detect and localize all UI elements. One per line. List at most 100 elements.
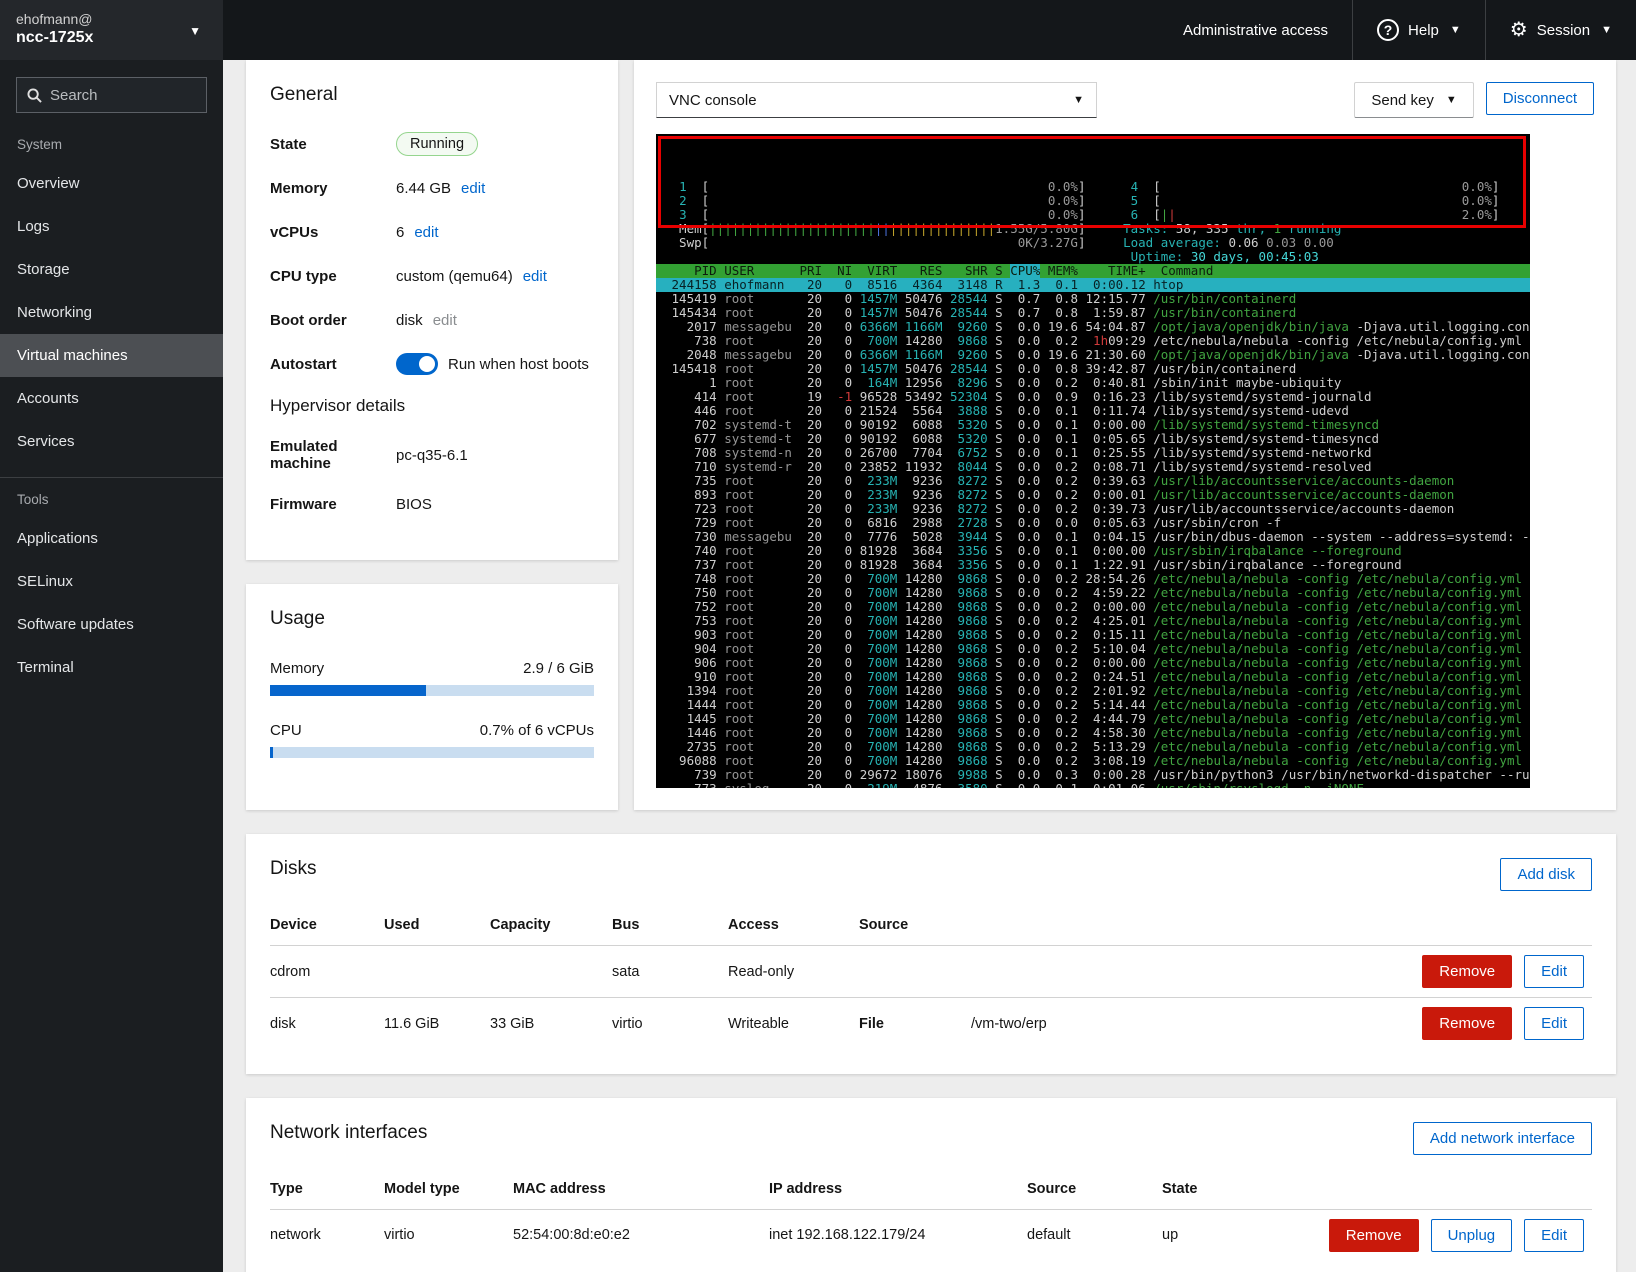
field-label: Autostart [270, 356, 396, 373]
cell: Writeable [728, 998, 859, 1050]
sidebar-item-accounts[interactable]: Accounts [0, 377, 223, 420]
console-type-select[interactable]: VNC console ▼ [656, 82, 1097, 118]
sidebar-item-terminal[interactable]: Terminal [0, 646, 223, 689]
sidebar-item-virtual-machines[interactable]: Virtual machines [0, 334, 223, 377]
column-header-source: Source [859, 905, 1302, 946]
field-label: vCPUs [270, 224, 396, 241]
edit-cpu-type-link[interactable]: edit [523, 268, 547, 285]
disconnect-button[interactable]: Disconnect [1486, 82, 1594, 115]
masthead-username: ehofmann@ [16, 10, 209, 28]
column-header-access: Access [728, 905, 859, 946]
help-menu[interactable]: ? Help ▼ [1352, 0, 1485, 60]
field-label: Emulated machine [270, 438, 396, 472]
htop-process-row: 903 root 20 0 700M 14280 9868 S 0.0 0.2 … [656, 628, 1530, 642]
disk-remove-button[interactable]: Remove [1422, 1007, 1512, 1040]
general-field-firmware: FirmwareBIOS [270, 492, 594, 516]
general-field-autostart: AutostartRun when host boots [270, 352, 594, 376]
htop-process-row: 737 root 20 0 81928 3684 3356 S 0.0 0.1 … [656, 558, 1530, 572]
cell [384, 946, 490, 998]
session-menu[interactable]: ⚙ Session ▼ [1485, 0, 1636, 60]
htop-process-row: 702 systemd-t 20 0 90192 6088 5320 S 0.0… [656, 418, 1530, 432]
htop-process-row: 904 root 20 0 700M 14280 9868 S 0.0 0.2 … [656, 642, 1530, 656]
sidebar-item-selinux[interactable]: SELinux [0, 560, 223, 603]
console-line: Mem[||||||||||||||||||||||||||||||||||||… [656, 222, 1530, 236]
network-unplug-button[interactable]: Unplug [1431, 1219, 1513, 1252]
source-path: /vm-two/erp [971, 1016, 1047, 1032]
autostart-toggle[interactable] [396, 353, 438, 375]
add-network-interface-button[interactable]: Add network interface [1413, 1122, 1592, 1155]
usage-label: Memory [270, 660, 324, 677]
usage-memory: Memory 2.9 / 6 GiB [270, 660, 594, 696]
host-switcher-caret-icon: ▼ [189, 24, 201, 38]
console-line: PID USER PRI NI VIRT RES SHR S CPU% MEM%… [656, 264, 1530, 278]
general-field-cpu-type: CPU typecustom (qemu64)edit [270, 264, 594, 288]
disks-title: Disks [270, 858, 316, 880]
field-value: 6.44 GB [396, 180, 451, 197]
htop-process-row: 910 root 20 0 700M 14280 9868 S 0.0 0.2 … [656, 670, 1530, 684]
htop-process-row: 740 root 20 0 81928 3684 3356 S 0.0 0.1 … [656, 544, 1530, 558]
sidebar-item-networking[interactable]: Networking [0, 291, 223, 334]
cell: default [1027, 1209, 1162, 1261]
column-header-bus: Bus [612, 905, 728, 946]
network-row: networkvirtio52:54:00:8d:e0:e2inet 192.1… [270, 1209, 1592, 1261]
cell [490, 946, 612, 998]
column-header-mac-address: MAC address [513, 1169, 769, 1210]
sidebar-item-storage[interactable]: Storage [0, 248, 223, 291]
usage-label: CPU [270, 722, 302, 739]
htop-process-row: 729 root 20 0 6816 2988 2728 S 0.0 0.0 0… [656, 516, 1530, 530]
disk-remove-button[interactable]: Remove [1422, 955, 1512, 988]
htop-process-row: 708 systemd-n 20 0 26700 7704 6752 S 0.0… [656, 446, 1530, 460]
masthead-hostname: ncc-1725x [16, 28, 209, 48]
htop-process-row: 414 root 19 -1 96528 53492 52304 S 0.0 0… [656, 390, 1530, 404]
sidebar-item-software-updates[interactable]: Software updates [0, 603, 223, 646]
progress-fill [270, 685, 426, 696]
general-card: General StateRunningMemory6.44 GBeditvCP… [246, 60, 618, 560]
network-edit-button[interactable]: Edit [1524, 1219, 1584, 1252]
general-field-boot-order: Boot orderdiskedit [270, 308, 594, 332]
usage-value: 2.9 / 6 GiB [523, 660, 594, 677]
usage-card: Usage Memory2.9 / 6 GiBCPU0.7% of 6 vCPU… [246, 584, 618, 810]
general-field-memory: Memory6.44 GBedit [270, 176, 594, 200]
sidebar-search[interactable] [16, 77, 207, 113]
help-caret-icon: ▼ [1450, 24, 1461, 36]
add-disk-button[interactable]: Add disk [1500, 858, 1592, 891]
disks-card: Disks Add disk DeviceUsedCapacityBusAcce… [246, 834, 1616, 1074]
host-switcher[interactable]: ehofmann@ ncc-1725x ▼ [0, 0, 223, 60]
field-value: 6 [396, 224, 404, 241]
cell: inet 192.168.122.179/24 [769, 1209, 1027, 1261]
masthead-toolbar: Administrative access ? Help ▼ ⚙ Session… [223, 0, 1636, 60]
htop-process-row: 2017 messagebu 20 0 6366M 1166M 9260 S 0… [656, 320, 1530, 334]
administrative-access-button[interactable]: Administrative access [1159, 0, 1352, 60]
column-header-device: Device [270, 905, 384, 946]
htop-process-row: 750 root 20 0 700M 14280 9868 S 0.0 0.2 … [656, 586, 1530, 600]
disk-edit-button[interactable]: Edit [1524, 1007, 1584, 1040]
disk-row: cdromsataRead-onlyRemoveEdit [270, 946, 1592, 998]
htop-process-row: 773 syslog 20 0 219M 4876 3580 S 0.0 0.1… [656, 782, 1530, 788]
htop-process-row: 446 root 20 0 21524 5564 3888 S 0.0 0.1 … [656, 404, 1530, 418]
console-line: Swp[ 0K/3.27G] Load average: 0.06 0.03 0… [656, 236, 1530, 250]
usage-value: 0.7% of 6 vCPUs [480, 722, 594, 739]
htop-process-row: 735 root 20 0 233M 9236 8272 S 0.0 0.2 0… [656, 474, 1530, 488]
send-key-dropdown[interactable]: Send key ▼ [1354, 82, 1473, 118]
network-remove-button[interactable]: Remove [1329, 1219, 1419, 1252]
htop-process-row: 677 systemd-t 20 0 90192 6088 5320 S 0.0… [656, 432, 1530, 446]
vnc-console-screen[interactable]: 1 [ 0.0%] 4 [ 0.0%] 2 [ 0.0%] 5 [ [656, 134, 1530, 788]
edit-memory-link[interactable]: edit [461, 180, 485, 197]
htop-process-row: 738 root 20 0 700M 14280 9868 S 0.0 0.2 … [656, 334, 1530, 348]
sidebar-item-logs[interactable]: Logs [0, 205, 223, 248]
sidebar-item-applications[interactable]: Applications [0, 517, 223, 560]
cell: 52:54:00:8d:e0:e2 [513, 1209, 769, 1261]
disk-edit-button[interactable]: Edit [1524, 955, 1584, 988]
column-header-ip-address: IP address [769, 1169, 1027, 1210]
sidebar-item-services[interactable]: Services [0, 420, 223, 463]
general-field-emulated-machine: Emulated machinepc-q35-6.1 [270, 438, 594, 472]
htop-process-row: 893 root 20 0 233M 9236 8272 S 0.0 0.2 0… [656, 488, 1530, 502]
search-input[interactable] [50, 87, 196, 104]
htop-process-row: 145434 root 20 0 1457M 50476 28544 S 0.7… [656, 306, 1530, 320]
main-content: General StateRunningMemory6.44 GBeditvCP… [223, 60, 1636, 1272]
sidebar-item-overview[interactable]: Overview [0, 162, 223, 205]
cell: disk [270, 998, 384, 1050]
edit-vcpus-link[interactable]: edit [414, 224, 438, 241]
column-header-used: Used [384, 905, 490, 946]
htop-process-row: 906 root 20 0 700M 14280 9868 S 0.0 0.2 … [656, 656, 1530, 670]
